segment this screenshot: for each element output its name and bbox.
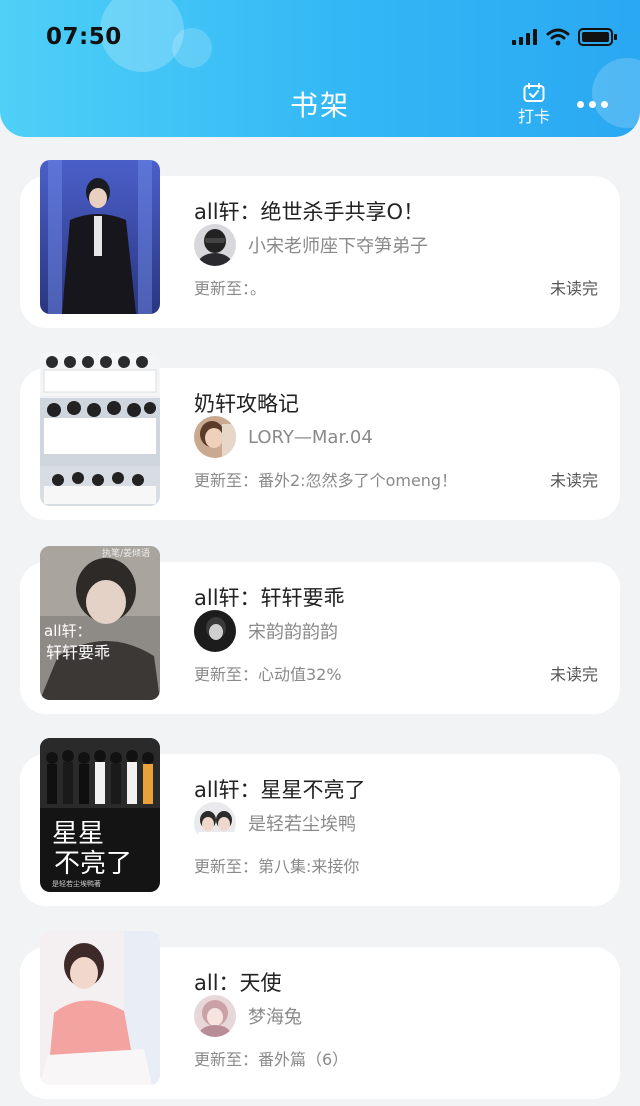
author-row: 宋韵韵韵韵 <box>194 610 338 652</box>
update-status: 更新至：心动值32% <box>194 665 342 684</box>
update-status: 更新至：番外篇（6） <box>194 1050 349 1069</box>
author-row: 小宋老师座下夺笋弟子 <box>194 224 428 266</box>
unread-badge: 未读完 <box>549 665 598 684</box>
book-title: 奶轩攻略记 <box>194 392 299 416</box>
author-avatar <box>194 802 236 844</box>
status-icons <box>512 27 618 47</box>
author-avatar <box>194 995 236 1037</box>
book-author: 小宋老师座下夺笋弟子 <box>248 236 428 257</box>
cover-watermark: 执笔/姜倾语 <box>102 547 150 559</box>
top-bar: 07:50 书架 打卡 <box>0 0 640 137</box>
unread-badge: 未读完 <box>549 279 598 298</box>
cover-text-1: 星星 <box>52 819 104 849</box>
update-status: 更新至：第八集:来接你 <box>194 857 360 876</box>
author-avatar <box>194 224 236 266</box>
cover-sub: 是轻若尘埃鸭著 <box>52 879 101 888</box>
status-time: 07:50 <box>46 24 122 50</box>
checkin-button[interactable]: 打卡 <box>512 83 556 127</box>
book-cover[interactable]: all轩： 轩轩要乖 执笔/姜倾语 <box>40 546 160 700</box>
author-row: 是轻若尘埃鸭 <box>194 802 356 844</box>
cover-text-2: 轩轩要乖 <box>46 643 110 662</box>
book-author: LORY—Mar.04 <box>248 426 373 448</box>
wifi-icon <box>546 28 570 46</box>
book-title: all轩：绝世杀手共享O！ <box>194 200 425 224</box>
book-title: all轩：星星不亮了 <box>194 778 366 802</box>
author-avatar <box>194 416 236 458</box>
update-status: 更新至：。 <box>194 279 267 298</box>
book-cover[interactable]: 星星 不亮了 是轻若尘埃鸭著 <box>40 738 160 892</box>
cover-text-2: 不亮了 <box>54 849 132 879</box>
more-icon[interactable] <box>577 101 608 108</box>
book-author: 梦海兔 <box>248 1007 302 1028</box>
calendar-check-icon <box>523 83 545 102</box>
author-row: LORY—Mar.04 <box>194 416 373 458</box>
unread-badge: 未读完 <box>549 471 598 490</box>
cellular-signal-icon <box>512 29 537 45</box>
battery-icon <box>578 28 617 46</box>
decor-bubble <box>172 28 212 68</box>
cover-text-1: all轩： <box>44 622 92 640</box>
book-cover[interactable] <box>40 352 160 506</box>
book-title: all轩：轩轩要乖 <box>194 586 345 610</box>
book-cover[interactable] <box>40 931 160 1085</box>
book-cover[interactable] <box>40 160 160 314</box>
update-status: 更新至：番外2:忽然多了个omeng！ <box>194 471 458 490</box>
book-title: all：天使 <box>194 971 282 995</box>
author-avatar <box>194 610 236 652</box>
book-author: 宋韵韵韵韵 <box>248 622 338 643</box>
author-row: 梦海兔 <box>194 995 302 1037</box>
checkin-label: 打卡 <box>517 107 550 126</box>
book-author: 是轻若尘埃鸭 <box>248 814 356 835</box>
